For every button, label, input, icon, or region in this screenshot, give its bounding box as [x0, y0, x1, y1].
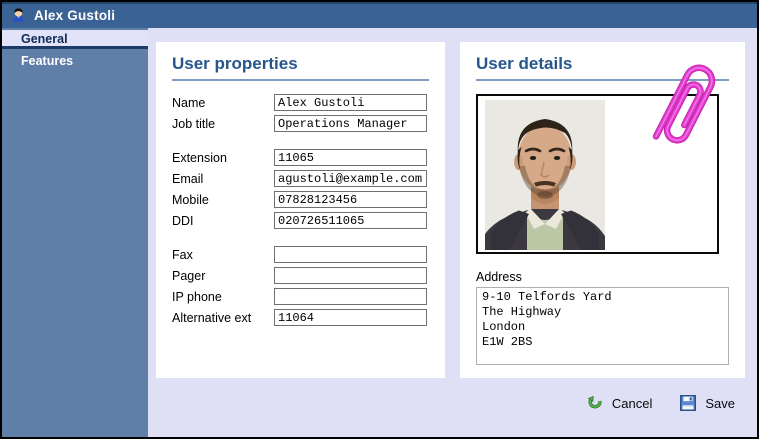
- alternative-ext-label: Alternative ext: [172, 310, 252, 325]
- sidebar-item-general[interactable]: General: [2, 30, 148, 49]
- ddi-label: DDI: [172, 213, 194, 228]
- save-floppy-icon: [680, 395, 697, 411]
- user-properties-title: User properties: [172, 54, 298, 73]
- form-row: DDI: [172, 212, 429, 229]
- mobile-label: Mobile: [172, 192, 209, 207]
- pager-input[interactable]: [274, 267, 427, 284]
- extension-input[interactable]: [274, 149, 427, 166]
- name-input[interactable]: [274, 94, 427, 111]
- section-divider: [172, 79, 429, 81]
- name-label: Name: [172, 95, 206, 110]
- user-photo: [485, 100, 605, 250]
- address-label: Address: [476, 270, 522, 284]
- title-bar: Alex Gustoli: [2, 2, 757, 28]
- extension-label: Extension: [172, 150, 227, 165]
- ip-phone-input[interactable]: [274, 288, 427, 305]
- ip-phone-label: IP phone: [172, 289, 222, 304]
- job-title-input[interactable]: [274, 115, 427, 132]
- sidebar: General Features: [2, 28, 148, 437]
- photo-frame: [476, 94, 719, 254]
- mobile-input[interactable]: [274, 191, 427, 208]
- save-button[interactable]: Save: [680, 395, 735, 411]
- ddi-input[interactable]: [274, 212, 427, 229]
- sidebar-item-features[interactable]: Features: [2, 52, 148, 71]
- form-row: Name: [172, 94, 429, 111]
- form-row: Alternative ext: [172, 309, 429, 326]
- form-row: Extension: [172, 149, 429, 166]
- section-divider: [476, 79, 729, 81]
- save-button-label: Save: [705, 395, 735, 411]
- cancel-undo-icon: [587, 396, 602, 409]
- form-row: Fax: [172, 246, 429, 263]
- form-row: Email: [172, 170, 429, 187]
- fax-label: Fax: [172, 247, 193, 262]
- form-row: IP phone: [172, 288, 429, 305]
- user-properties-panel: User properties Name Job title Extension: [156, 42, 445, 378]
- action-bar: Cancel Save: [148, 395, 735, 411]
- user-details-panel: User details Address 9-10 Telfords Yard …: [460, 42, 745, 378]
- content-area: User properties Name Job title Extension: [148, 28, 757, 437]
- email-label: Email: [172, 171, 204, 186]
- alternative-ext-input[interactable]: [274, 309, 427, 326]
- user-details-title: User details: [476, 54, 573, 73]
- cancel-button[interactable]: Cancel: [587, 395, 652, 411]
- user-avatar-icon: [13, 8, 24, 22]
- pager-label: Pager: [172, 268, 206, 283]
- job-title-label: Job title: [172, 116, 216, 131]
- form-row: Mobile: [172, 191, 429, 208]
- user-settings-window: Alex Gustoli General Features User prope…: [0, 0, 759, 439]
- form-row: Pager: [172, 267, 429, 284]
- address-textarea[interactable]: 9-10 Telfords Yard The Highway London E1…: [476, 287, 729, 365]
- form-row: Job title: [172, 115, 429, 132]
- window-title: Alex Gustoli: [34, 7, 116, 23]
- email-input[interactable]: [274, 170, 427, 187]
- fax-input[interactable]: [274, 246, 427, 263]
- cancel-button-label: Cancel: [611, 395, 653, 411]
